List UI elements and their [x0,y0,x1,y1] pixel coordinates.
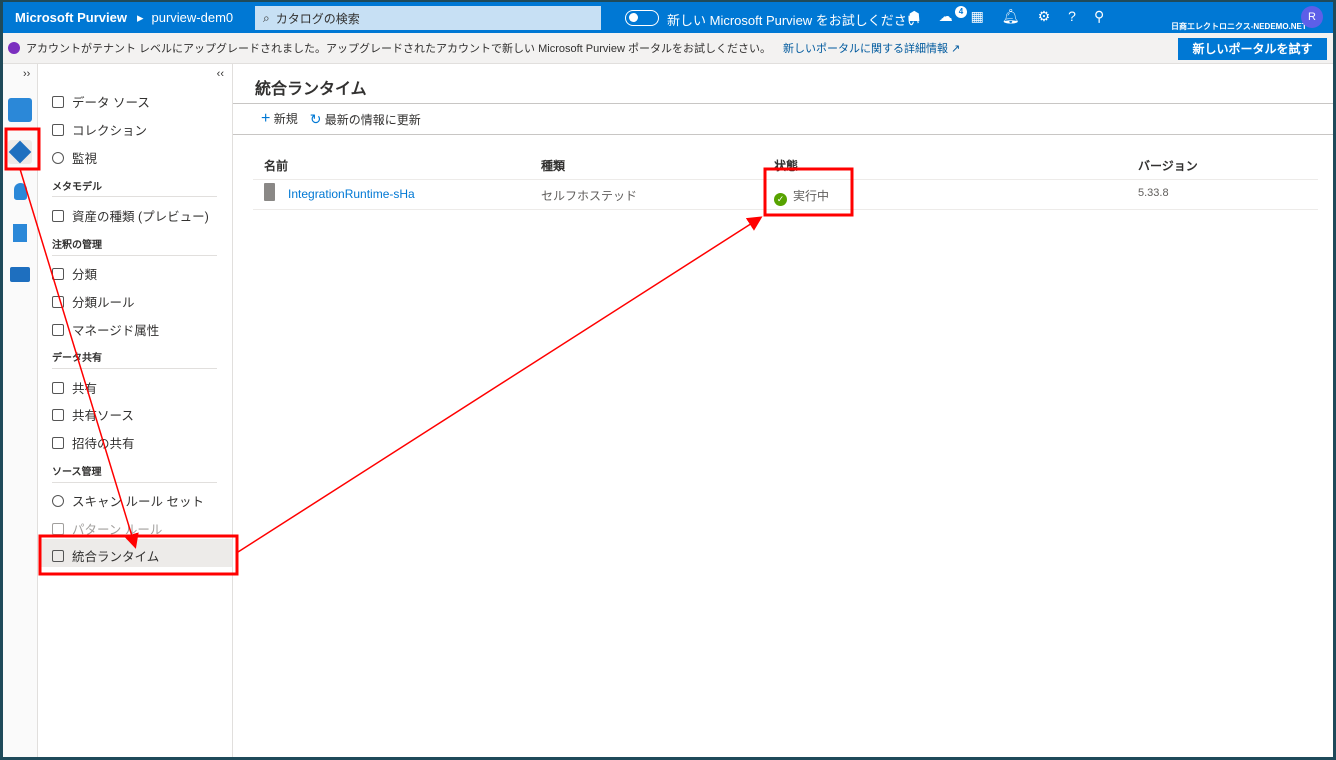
window-border [0,0,1336,760]
